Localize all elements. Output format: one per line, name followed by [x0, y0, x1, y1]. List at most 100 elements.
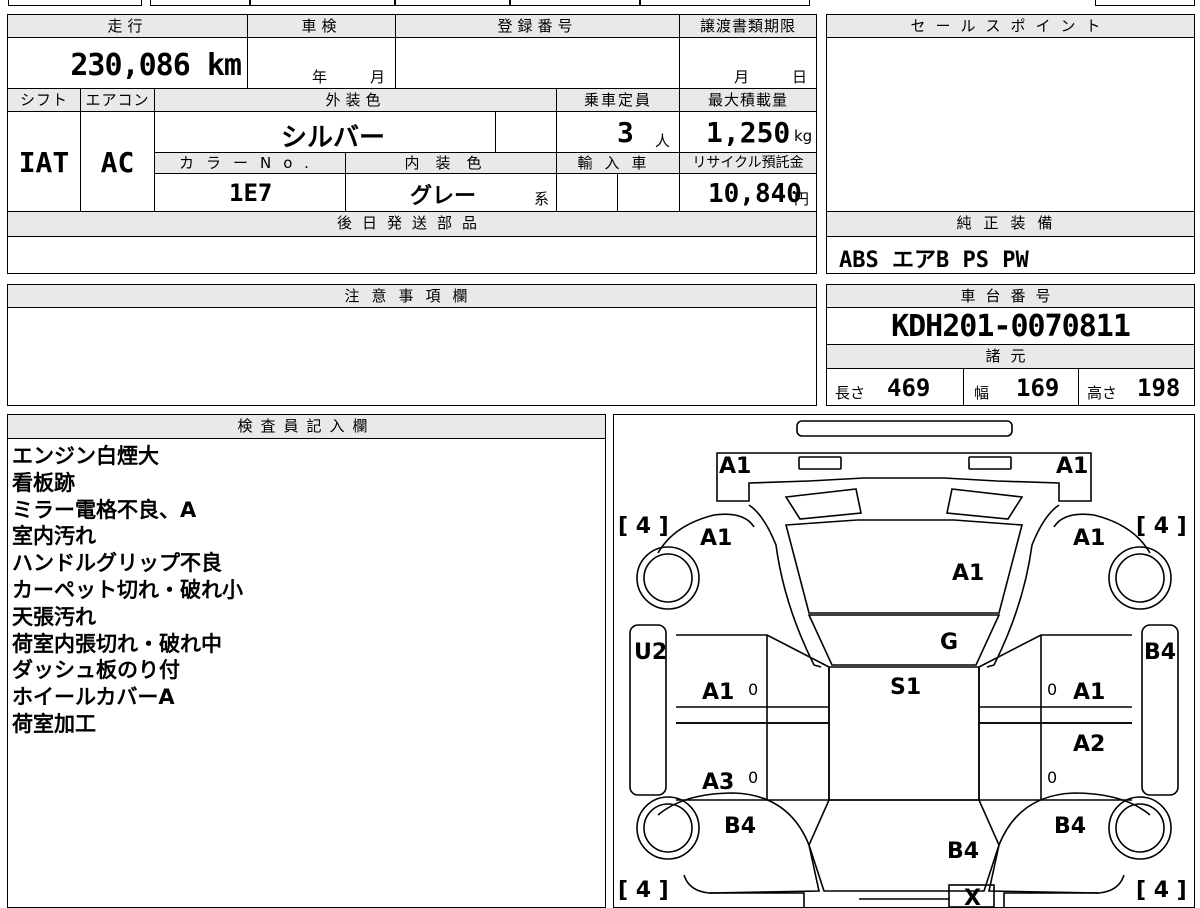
list-item: 荷室内張切れ・破れ中 — [12, 631, 222, 656]
code-windshield: G — [940, 630, 958, 655]
chassis-value: KDH201-0070811 — [891, 309, 1131, 344]
front-panel-outline — [716, 452, 1092, 502]
front-bumper-outline — [796, 420, 1013, 437]
mark-door-right-rear: 0 — [1047, 768, 1057, 787]
import-cell-b — [617, 173, 680, 212]
windshield-outline — [807, 614, 1001, 666]
code-right-pillar: B4 — [1144, 640, 1176, 665]
mileage-cell: 230,086 km — [7, 37, 248, 89]
spec-width-label: 幅 — [974, 384, 990, 402]
notes-header: 注意事項欄 — [7, 284, 817, 308]
registration-header: 登録番号 — [395, 14, 680, 38]
capacity-header: 乗車定員 — [556, 88, 680, 112]
wheel-front-left — [636, 546, 700, 610]
wheel-front-right — [1108, 546, 1172, 610]
tire-label-front-right: [ 4 ] — [1136, 514, 1187, 539]
color-no-value: 1E7 — [229, 179, 273, 207]
code-rear-fender-left: B4 — [724, 814, 756, 839]
chassis-header: 車台番号 — [826, 284, 1195, 308]
max-load-unit: kg — [794, 127, 813, 145]
hood-outline — [784, 519, 1024, 614]
transfer-day-label: 日 — [792, 68, 808, 86]
right-door-rear — [978, 722, 1132, 801]
rear-bumper-outline — [709, 892, 805, 907]
code-door-right-rear: A2 — [1073, 732, 1105, 757]
exterior-color-cell: シルバー — [154, 111, 496, 153]
spec-length-label: 長さ — [835, 384, 866, 402]
later-parts-cell — [7, 236, 817, 274]
code-hood: A1 — [952, 561, 984, 586]
import-header: 輸入車 — [556, 152, 680, 174]
left-body-outline — [748, 504, 822, 668]
max-load-cell: 1,250 kg — [679, 111, 817, 153]
top-strip — [8, 0, 142, 6]
shaken-month-label: 月 — [370, 68, 386, 86]
recycle-header: リサイクル預託金 — [679, 152, 817, 174]
grille-left — [784, 488, 862, 520]
code-door-left-rear: A3 — [702, 770, 734, 795]
inspector-list: エンジン白煙大 看板跡 ミラー電格不良、A 室内汚れ ハンドルグリップ不良 カー… — [12, 443, 243, 738]
list-item: ダッシュ板のり付 — [12, 658, 180, 683]
interior-suffix: 系 — [534, 190, 550, 208]
mark-door-left-rear: 0 — [748, 768, 758, 787]
equipment-header: 純正装備 — [826, 211, 1195, 237]
exterior-color-extra-cell — [495, 111, 557, 153]
grille-right — [946, 488, 1024, 520]
tire-label-rear-left: [ 4 ] — [618, 878, 669, 903]
interior-color-cell: グレー 系 — [345, 173, 557, 212]
wheel-front-right-inner — [1115, 553, 1165, 603]
headlight-right — [968, 456, 1012, 470]
ac-header: エアコン — [80, 88, 155, 112]
color-no-header: カラーNo. — [154, 152, 346, 174]
interior-color-header: 内装色 — [345, 152, 557, 174]
code-left-pillar: U2 — [634, 640, 667, 665]
color-no-cell: 1E7 — [154, 173, 346, 212]
list-item: 室内汚れ — [12, 524, 96, 549]
transfer-deadline-header: 譲渡書類期限 — [679, 14, 817, 38]
spec-width-value: 169 — [1016, 374, 1060, 402]
wheel-rear-right — [1108, 796, 1172, 860]
left-door-rear — [676, 722, 830, 801]
sales-point-header: セールスポイント — [826, 14, 1195, 38]
code-roof: S1 — [890, 675, 921, 700]
mileage-header: 走行 — [7, 14, 248, 38]
list-item: ホイールカバーA — [12, 685, 175, 710]
list-item: カーペット切れ・破れ小 — [12, 577, 243, 602]
mileage-value: 230,086 km — [70, 48, 242, 83]
exterior-color-header: 外装色 — [154, 88, 557, 112]
code-front-left: A1 — [719, 454, 751, 479]
code-tailgate: B4 — [947, 839, 979, 864]
recycle-value: 10,840 — [708, 179, 802, 209]
rear-bumper-outline-right — [1003, 892, 1099, 907]
capacity-cell: 3 人 — [556, 111, 680, 153]
transfer-cell: 月 日 — [679, 37, 817, 89]
list-item: 荷室加工 — [12, 711, 96, 736]
inspector-header: 検査員記入欄 — [7, 414, 606, 439]
wheel-front-left-inner — [643, 553, 693, 603]
equipment-value: ABS エアB PS PW — [839, 248, 1029, 273]
list-item: 天張汚れ — [12, 604, 96, 629]
top-strip — [640, 0, 810, 6]
list-item: ミラー電格不良、A — [12, 497, 197, 522]
tire-label-rear-right: [ 4 ] — [1136, 878, 1187, 903]
list-item: 看板跡 — [12, 470, 75, 495]
shaken-header: 車検 — [247, 14, 396, 38]
mark-door-right-front: 0 — [1047, 680, 1057, 699]
top-strip — [250, 0, 395, 6]
inspector-cell: エンジン白煙大 看板跡 ミラー電格不良、A 室内汚れ ハンドルグリップ不良 カー… — [7, 438, 606, 908]
ac-cell: AC — [80, 111, 155, 212]
specs-header: 諸元 — [826, 344, 1195, 369]
spec-width-cell: 幅 169 — [963, 368, 1079, 406]
code-front-right: A1 — [1056, 454, 1088, 479]
code-fender-left: A1 — [700, 526, 732, 551]
capacity-unit: 人 — [655, 132, 671, 150]
code-door-right-front: A1 — [1073, 680, 1105, 705]
code-rear-fender-right: B4 — [1054, 814, 1086, 839]
top-strip — [1095, 0, 1195, 6]
wheel-rear-left-inner — [643, 803, 693, 853]
code-rear-bottom: X — [964, 886, 981, 907]
interior-color-value: グレー — [410, 184, 477, 209]
max-load-value: 1,250 — [706, 116, 791, 149]
registration-cell — [395, 37, 680, 89]
list-item: エンジン白煙大 — [12, 444, 159, 468]
